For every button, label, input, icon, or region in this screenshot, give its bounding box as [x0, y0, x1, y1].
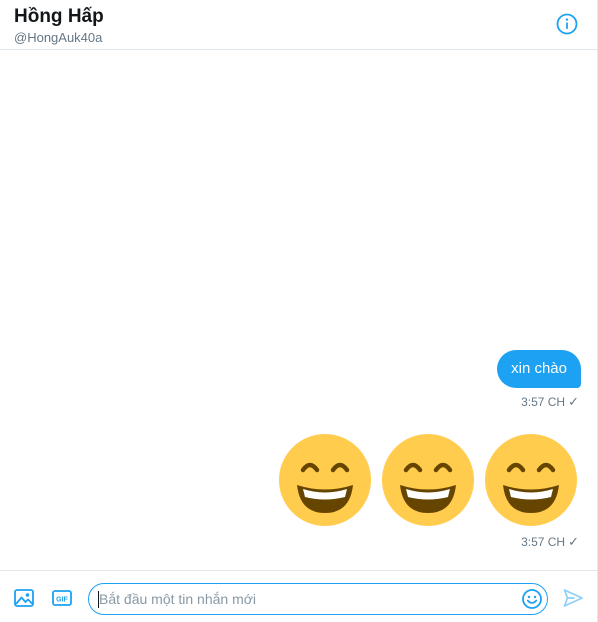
gif-icon: GIF [52, 590, 72, 606]
dm-conversation: Hồng Hấp @HongAuk40a xin chào 3:57 CH✓ [0, 0, 598, 622]
add-gif-button[interactable]: GIF [51, 587, 73, 609]
message-time: 3:57 CH [521, 535, 566, 549]
conversation-header: Hồng Hấp @HongAuk40a [0, 0, 597, 50]
emoji-icon [522, 589, 542, 609]
beaming-face-emoji [382, 434, 474, 526]
image-icon [14, 589, 34, 607]
message-time: 3:57 CH [521, 395, 566, 409]
message-input[interactable] [99, 587, 509, 611]
send-button[interactable] [562, 587, 584, 609]
message-input-container[interactable] [88, 583, 548, 615]
check-icon: ✓ [568, 534, 579, 549]
message-composer: GIF [0, 570, 597, 622]
message-meta: 3:57 CH ✓ [521, 534, 579, 550]
info-button[interactable] [555, 12, 579, 36]
add-media-button[interactable] [13, 587, 35, 609]
conversation-handle[interactable]: @HongAuk40a [14, 30, 102, 46]
check-icon: ✓ [568, 394, 579, 409]
message-bubble[interactable]: xin chào [497, 350, 581, 388]
send-icon [563, 589, 583, 607]
message-meta: 3:57 CH ✓ [521, 394, 579, 410]
info-circle-icon [556, 13, 578, 35]
beaming-face-emoji [485, 434, 577, 526]
conversation-title[interactable]: Hồng Hấp [14, 6, 104, 28]
beaming-face-emoji [279, 434, 371, 526]
emoji-message[interactable] [279, 434, 577, 526]
gif-label: GIF [56, 596, 68, 603]
emoji-picker-button[interactable] [521, 588, 543, 610]
message-thread[interactable]: xin chào 3:57 CH ✓ 3:57 CH ✓ [0, 50, 597, 570]
text-caret [98, 591, 99, 608]
